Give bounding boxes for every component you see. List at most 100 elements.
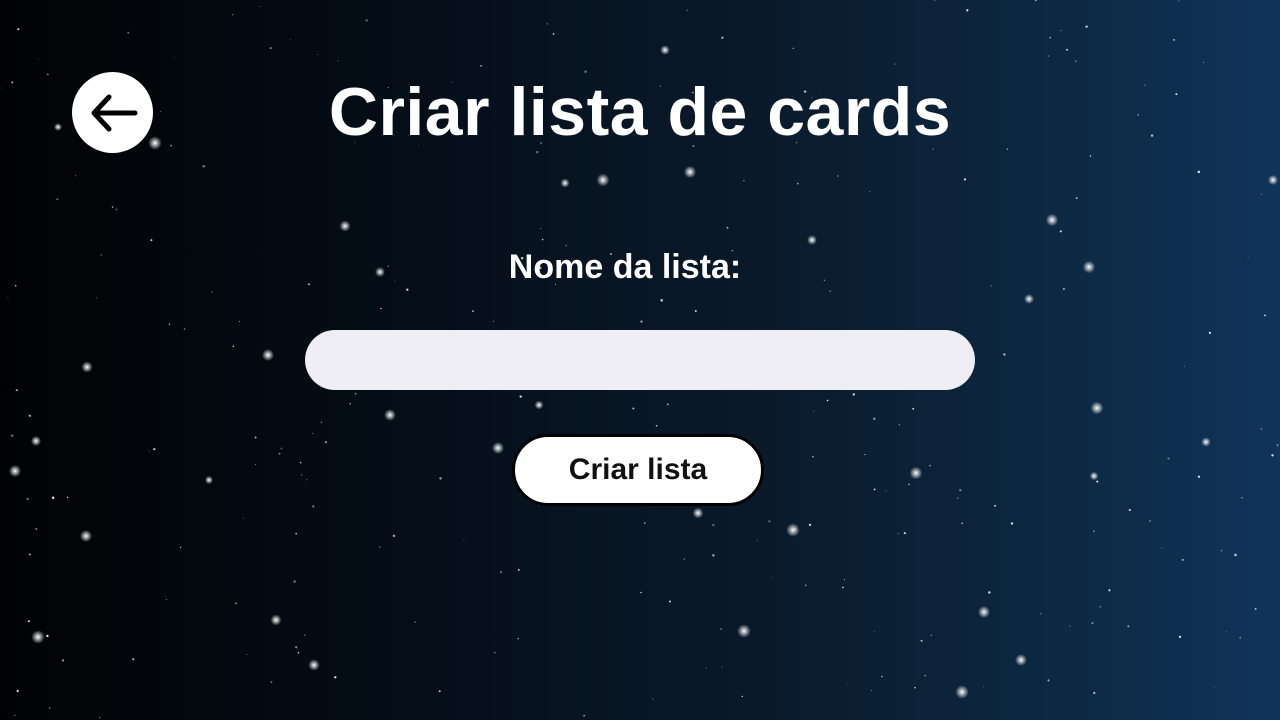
- star: [1069, 625, 1071, 627]
- star: [15, 388, 18, 392]
- star: [1197, 475, 1201, 478]
- star: [1239, 636, 1242, 639]
- star: [354, 392, 357, 395]
- star: [920, 639, 923, 642]
- star: [28, 553, 31, 556]
- star: [325, 441, 327, 443]
- star: [35, 528, 38, 530]
- star: [933, 0, 936, 1]
- star: [908, 483, 910, 486]
- star: [966, 9, 969, 12]
- star: [959, 489, 962, 492]
- star: [384, 409, 396, 421]
- star: [1089, 471, 1099, 481]
- star: [494, 651, 496, 654]
- star: [16, 689, 19, 693]
- star: [168, 323, 171, 325]
- star: [808, 523, 812, 527]
- star: [1161, 547, 1163, 549]
- star: [1197, 170, 1201, 174]
- star: [14, 714, 16, 716]
- star: [660, 45, 670, 55]
- star: [842, 586, 844, 589]
- star: [929, 464, 931, 467]
- star: [278, 452, 281, 455]
- star: [149, 450, 150, 452]
- star: [1267, 174, 1279, 186]
- star: [392, 534, 396, 538]
- star: [1181, 558, 1184, 561]
- star: [1093, 691, 1096, 695]
- star: [1260, 193, 1262, 195]
- star: [721, 36, 724, 39]
- star: [1225, 630, 1227, 632]
- star: [1241, 497, 1243, 499]
- star: [924, 674, 927, 677]
- star: [846, 684, 848, 686]
- star: [1208, 331, 1212, 335]
- star: [1271, 454, 1274, 457]
- star: [686, 9, 688, 12]
- star: [712, 523, 715, 527]
- star: [517, 637, 520, 640]
- star: [48, 707, 51, 709]
- star: [179, 546, 182, 549]
- star: [1034, 0, 1037, 2]
- star: [293, 580, 296, 583]
- star: [406, 288, 409, 291]
- star: [914, 686, 916, 689]
- star: [304, 634, 306, 636]
- star: [1047, 679, 1050, 682]
- star: [737, 624, 751, 638]
- star: [813, 410, 815, 412]
- star: [173, 57, 175, 59]
- star: [115, 208, 118, 211]
- star: [983, 686, 984, 688]
- star: [320, 421, 323, 424]
- star: [930, 634, 933, 636]
- star: [414, 621, 416, 623]
- create-list-button[interactable]: Criar lista: [512, 434, 764, 506]
- star: [873, 488, 876, 491]
- star: [768, 520, 771, 523]
- star: [843, 578, 845, 580]
- star: [317, 54, 319, 56]
- star: [300, 462, 302, 464]
- star: [1023, 293, 1035, 305]
- star: [977, 605, 991, 619]
- star: [829, 290, 832, 293]
- star: [132, 658, 135, 661]
- star: [660, 299, 663, 302]
- star: [1003, 353, 1006, 356]
- list-name-input[interactable]: [305, 330, 975, 390]
- star: [204, 475, 214, 485]
- star: [873, 417, 876, 421]
- star: [743, 180, 745, 182]
- star: [912, 407, 915, 410]
- star: [1254, 607, 1257, 610]
- star: [66, 496, 69, 499]
- star: [1090, 401, 1104, 415]
- star: [541, 238, 544, 241]
- star: [270, 681, 273, 684]
- star: [1149, 520, 1151, 522]
- star: [1203, 61, 1205, 63]
- star: [963, 178, 967, 181]
- star: [349, 402, 351, 405]
- star: [583, 714, 585, 717]
- star: [683, 558, 685, 560]
- star: [1096, 480, 1099, 483]
- star: [1089, 155, 1092, 157]
- star: [1085, 25, 1088, 28]
- star: [280, 447, 283, 450]
- star: [668, 600, 672, 603]
- star: [8, 464, 22, 478]
- star: [30, 435, 42, 447]
- star: [1167, 457, 1170, 460]
- star: [640, 320, 643, 323]
- star: [1049, 36, 1051, 39]
- star: [306, 479, 308, 481]
- star: [254, 436, 257, 439]
- star: [235, 602, 237, 604]
- star: [337, 60, 339, 62]
